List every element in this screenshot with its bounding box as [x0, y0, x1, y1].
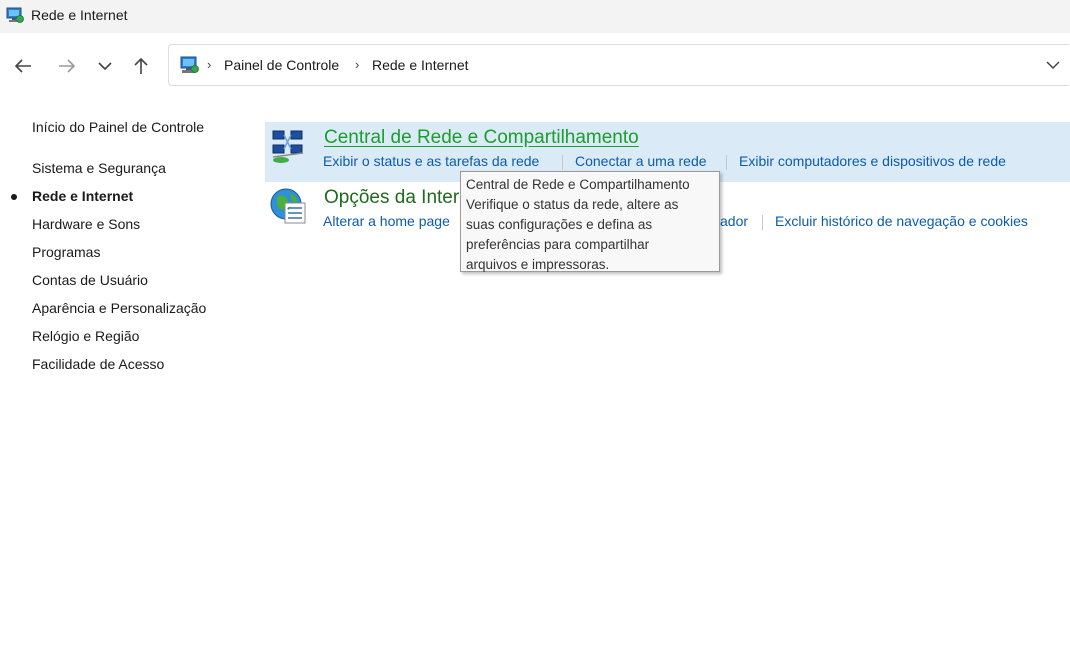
breadcrumb-rede-e-internet[interactable]: Rede e Internet [372, 57, 469, 73]
link-divider [762, 215, 763, 230]
tooltip-line: Verifique o status da rede, altere as [466, 197, 679, 212]
window-title: Rede e Internet [31, 7, 128, 23]
sidebar-item-facilidade-de-acesso[interactable]: Facilidade de Acesso [32, 356, 164, 372]
link-view-network-status[interactable]: Exibir o status e as tarefas da rede [323, 153, 539, 169]
sidebar-item-programas[interactable]: Programas [32, 244, 100, 260]
up-button[interactable] [129, 55, 153, 77]
category-title-network-center[interactable]: Central de Rede e Compartilhamento [324, 127, 639, 149]
title-bar: Rede e Internet [0, 0, 1070, 33]
arrow-left-icon [14, 59, 31, 73]
sidebar-item-contas-de-usuario[interactable]: Contas de Usuário [32, 272, 148, 288]
tooltip-line: preferências para compartilhar [466, 237, 650, 252]
breadcrumb-separator-icon: › [207, 57, 212, 72]
address-bar[interactable]: › Painel de Controle › Rede e Internet [168, 44, 1069, 86]
network-center-icon[interactable] [269, 128, 307, 166]
link-manage-addons-partial[interactable]: ador [720, 213, 748, 229]
network-window-icon [6, 7, 24, 23]
link-delete-browsing-history[interactable]: Excluir histórico de navegação e cookies [775, 213, 1028, 229]
link-view-network-devices[interactable]: Exibir computadores e dispositivos de re… [739, 153, 1006, 169]
tooltip: Central de Rede e Compartilhamento Verif… [460, 171, 720, 272]
control-panel-icon [180, 56, 199, 73]
active-bullet-icon [11, 194, 17, 200]
forward-button[interactable] [55, 55, 79, 77]
sidebar-item-relogio-e-regiao[interactable]: Relógio e Região [32, 328, 139, 344]
arrow-right-icon [59, 59, 76, 73]
sidebar-item-sistema-e-seguranca[interactable]: Sistema e Segurança [32, 160, 166, 176]
link-connect-to-network[interactable]: Conectar a uma rede [575, 153, 707, 169]
arrow-up-icon [134, 57, 148, 74]
link-divider [726, 155, 727, 170]
category-title-internet-options[interactable]: Opções da Inter [324, 187, 459, 209]
breadcrumb-separator-icon: › [355, 57, 360, 72]
tooltip-line: arquivos e impressoras. [466, 257, 610, 272]
sidebar-item-home[interactable]: Início do Painel de Controle [32, 119, 204, 135]
tooltip-title: Central de Rede e Compartilhamento [466, 177, 690, 192]
back-button[interactable] [11, 55, 35, 77]
navigation-bar: › Painel de Controle › Rede e Internet [0, 33, 1070, 99]
recent-locations-button[interactable] [93, 55, 117, 77]
address-dropdown-icon[interactable] [1045, 59, 1061, 71]
tooltip-line: suas configurações e defina as [466, 217, 653, 232]
chevron-down-icon [98, 62, 112, 71]
sidebar-item-rede-e-internet[interactable]: Rede e Internet [32, 188, 133, 204]
sidebar-item-hardware-e-sons[interactable]: Hardware e Sons [32, 216, 140, 232]
breadcrumb-painel-de-controle[interactable]: Painel de Controle [224, 57, 339, 73]
sidebar-item-aparencia-e-personalizacao[interactable]: Aparência e Personalização [32, 300, 206, 316]
link-change-home-page[interactable]: Alterar a home page [323, 213, 450, 229]
internet-options-icon[interactable] [269, 187, 307, 225]
link-divider [562, 155, 563, 170]
